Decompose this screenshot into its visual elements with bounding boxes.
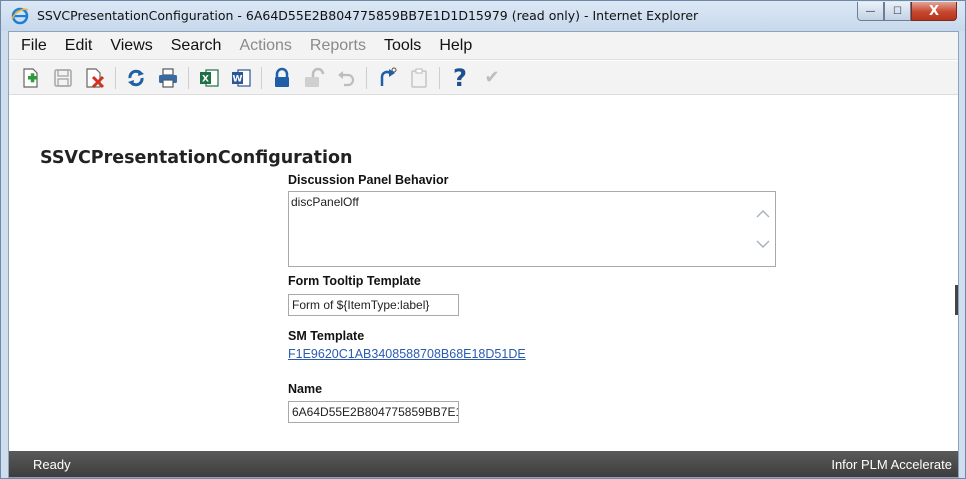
delete-button[interactable] xyxy=(83,66,107,90)
undo-button[interactable] xyxy=(334,66,358,90)
clipboard-icon xyxy=(411,67,427,88)
page-scrollbar[interactable] xyxy=(955,285,958,315)
menu-search[interactable]: Search xyxy=(162,37,231,55)
form-title: SSVCPresentationConfiguration xyxy=(40,148,353,168)
form-tooltip-field[interactable]: Form of ${ItemType:label} xyxy=(288,294,459,316)
unlock-icon xyxy=(305,67,325,87)
minimize-icon: — xyxy=(865,5,876,17)
toolbar-separator xyxy=(115,66,116,89)
refresh-icon xyxy=(128,69,144,86)
toolbar-separator xyxy=(188,66,189,89)
menu-file[interactable]: File xyxy=(12,37,56,55)
browser-window: SSVCPresentationConfiguration - 6A64D55E… xyxy=(0,0,966,479)
print-icon xyxy=(159,67,177,88)
promote-icon xyxy=(380,67,397,86)
export-word-button[interactable]: W xyxy=(229,66,253,90)
name-value: 6A64D55E2B804775859BB7E1D1D15979 xyxy=(292,405,459,419)
done-button[interactable]: ✔ xyxy=(480,66,504,90)
close-icon: X xyxy=(928,3,940,19)
status-bar: Ready Infor PLM Accelerate xyxy=(9,451,958,477)
excel-icon: X xyxy=(200,68,219,87)
copy-button[interactable] xyxy=(407,66,431,90)
sm-template-link[interactable]: F1E9620C1AB3408588708B68E18D51DE xyxy=(288,347,526,361)
unlock-button[interactable] xyxy=(302,66,326,90)
name-field[interactable]: 6A64D55E2B804775859BB7E1D1D15979 xyxy=(288,401,459,423)
discussion-panel-label: Discussion Panel Behavior xyxy=(288,173,449,187)
product-name: Infor PLM Accelerate xyxy=(831,457,952,472)
menu-edit[interactable]: Edit xyxy=(56,37,102,55)
refresh-button[interactable] xyxy=(124,66,148,90)
toolbar-separator xyxy=(366,66,367,89)
chevron-down-icon[interactable] xyxy=(755,236,771,252)
maximize-button[interactable]: ☐ xyxy=(884,2,911,21)
form-tooltip-label: Form Tooltip Template xyxy=(288,274,421,288)
menu-views[interactable]: Views xyxy=(101,37,161,55)
lock-button[interactable] xyxy=(270,66,294,90)
print-button[interactable] xyxy=(156,66,180,90)
name-label: Name xyxy=(288,382,323,396)
menu-help[interactable]: Help xyxy=(430,37,481,55)
title-bar[interactable]: SSVCPresentationConfiguration - 6A64D55E… xyxy=(1,1,965,31)
chevron-up-icon[interactable] xyxy=(755,206,771,222)
menu-tools[interactable]: Tools xyxy=(375,37,430,55)
export-excel-button[interactable]: X xyxy=(197,66,221,90)
checkmark-icon: ✔ xyxy=(484,67,500,88)
sm-template-label: SM Template xyxy=(288,329,365,343)
maximize-icon: ☐ xyxy=(893,5,902,17)
status-text: Ready xyxy=(33,457,71,472)
undo-icon xyxy=(338,70,355,86)
internet-explorer-icon xyxy=(11,7,29,25)
close-button[interactable]: X xyxy=(911,2,957,21)
help-button[interactable]: ? xyxy=(448,63,472,92)
new-item-icon xyxy=(23,67,38,88)
svg-text:X: X xyxy=(202,74,209,84)
menu-bar: File Edit Views Search Actions Reports T… xyxy=(9,32,958,60)
promote-button[interactable] xyxy=(375,66,399,90)
toolbar-separator xyxy=(261,66,262,89)
form-content: SSVCPresentationConfiguration xyxy=(9,96,958,450)
svg-text:W: W xyxy=(233,74,243,84)
window-title: SSVCPresentationConfiguration - 6A64D55E… xyxy=(37,8,699,23)
toolbar: X W ? ✔ xyxy=(9,61,958,95)
help-icon: ? xyxy=(453,63,467,92)
discussion-panel-field[interactable]: discPanelOff xyxy=(288,191,776,267)
delete-icon xyxy=(86,67,105,88)
lock-icon xyxy=(275,67,289,87)
client-area: File Edit Views Search Actions Reports T… xyxy=(8,31,959,478)
form-tooltip-value: Form of ${ItemType:label} xyxy=(292,298,430,312)
textarea-scrollbar[interactable] xyxy=(755,192,771,266)
menu-reports[interactable]: Reports xyxy=(301,37,375,55)
save-button[interactable] xyxy=(51,66,75,90)
toolbar-separator xyxy=(439,66,440,89)
save-icon xyxy=(54,68,72,87)
new-item-button[interactable] xyxy=(19,66,43,90)
menu-actions[interactable]: Actions xyxy=(230,37,300,55)
minimize-button[interactable]: — xyxy=(857,2,884,21)
discussion-panel-value: discPanelOff xyxy=(291,195,359,209)
word-icon: W xyxy=(232,68,251,87)
